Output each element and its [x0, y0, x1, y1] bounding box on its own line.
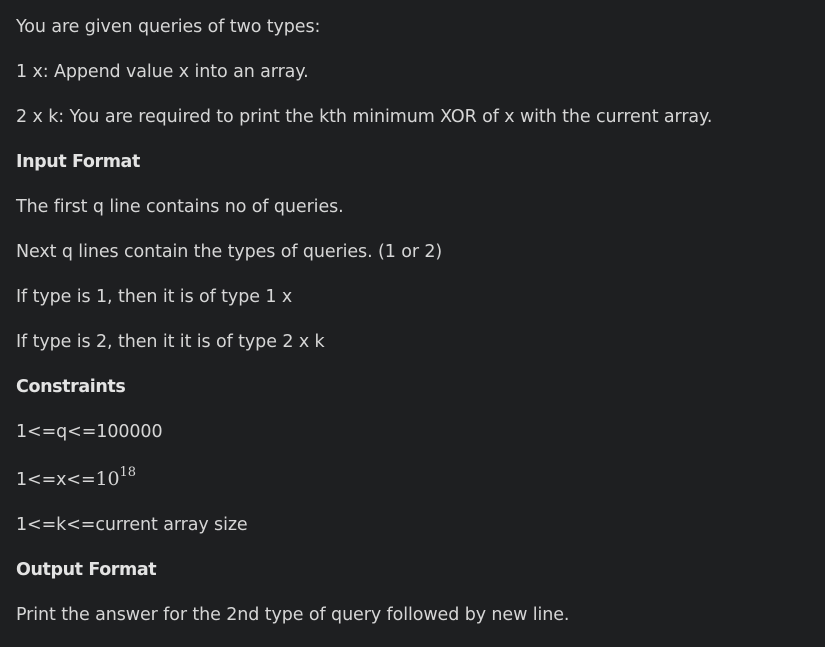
constraint-q: 1<=q<=100000	[16, 422, 163, 442]
input-line-3: If type is 1, then it is of type 1 x	[16, 287, 293, 307]
constraint-x: 1<=x<=1018	[16, 465, 136, 493]
input-line-2: Next q lines contain the types of querie…	[16, 242, 443, 262]
input-format-heading: Input Format	[16, 152, 140, 172]
query-type-2-text: 2 x k: You are required to print the kth…	[16, 107, 713, 127]
constraint-x-exponent: 18	[119, 465, 136, 480]
constraint-x-prefix: 1<=x<=	[16, 470, 96, 490]
query-type-1-text: 1 x: Append value x into an array.	[16, 62, 309, 82]
output-format-heading: Output Format	[16, 560, 157, 580]
input-line-1: The first q line contains no of queries.	[16, 197, 344, 217]
intro-text: You are given queries of two types:	[16, 17, 321, 37]
input-line-4: If type is 2, then it it is of type 2 x …	[16, 332, 325, 352]
problem-statement: You are given queries of two types: 1 x:…	[0, 0, 825, 625]
constraint-x-base: 10	[95, 468, 120, 490]
constraint-k: 1<=k<=current array size	[16, 515, 248, 535]
constraints-heading: Constraints	[16, 377, 126, 397]
output-line: Print the answer for the 2nd type of que…	[16, 605, 570, 625]
